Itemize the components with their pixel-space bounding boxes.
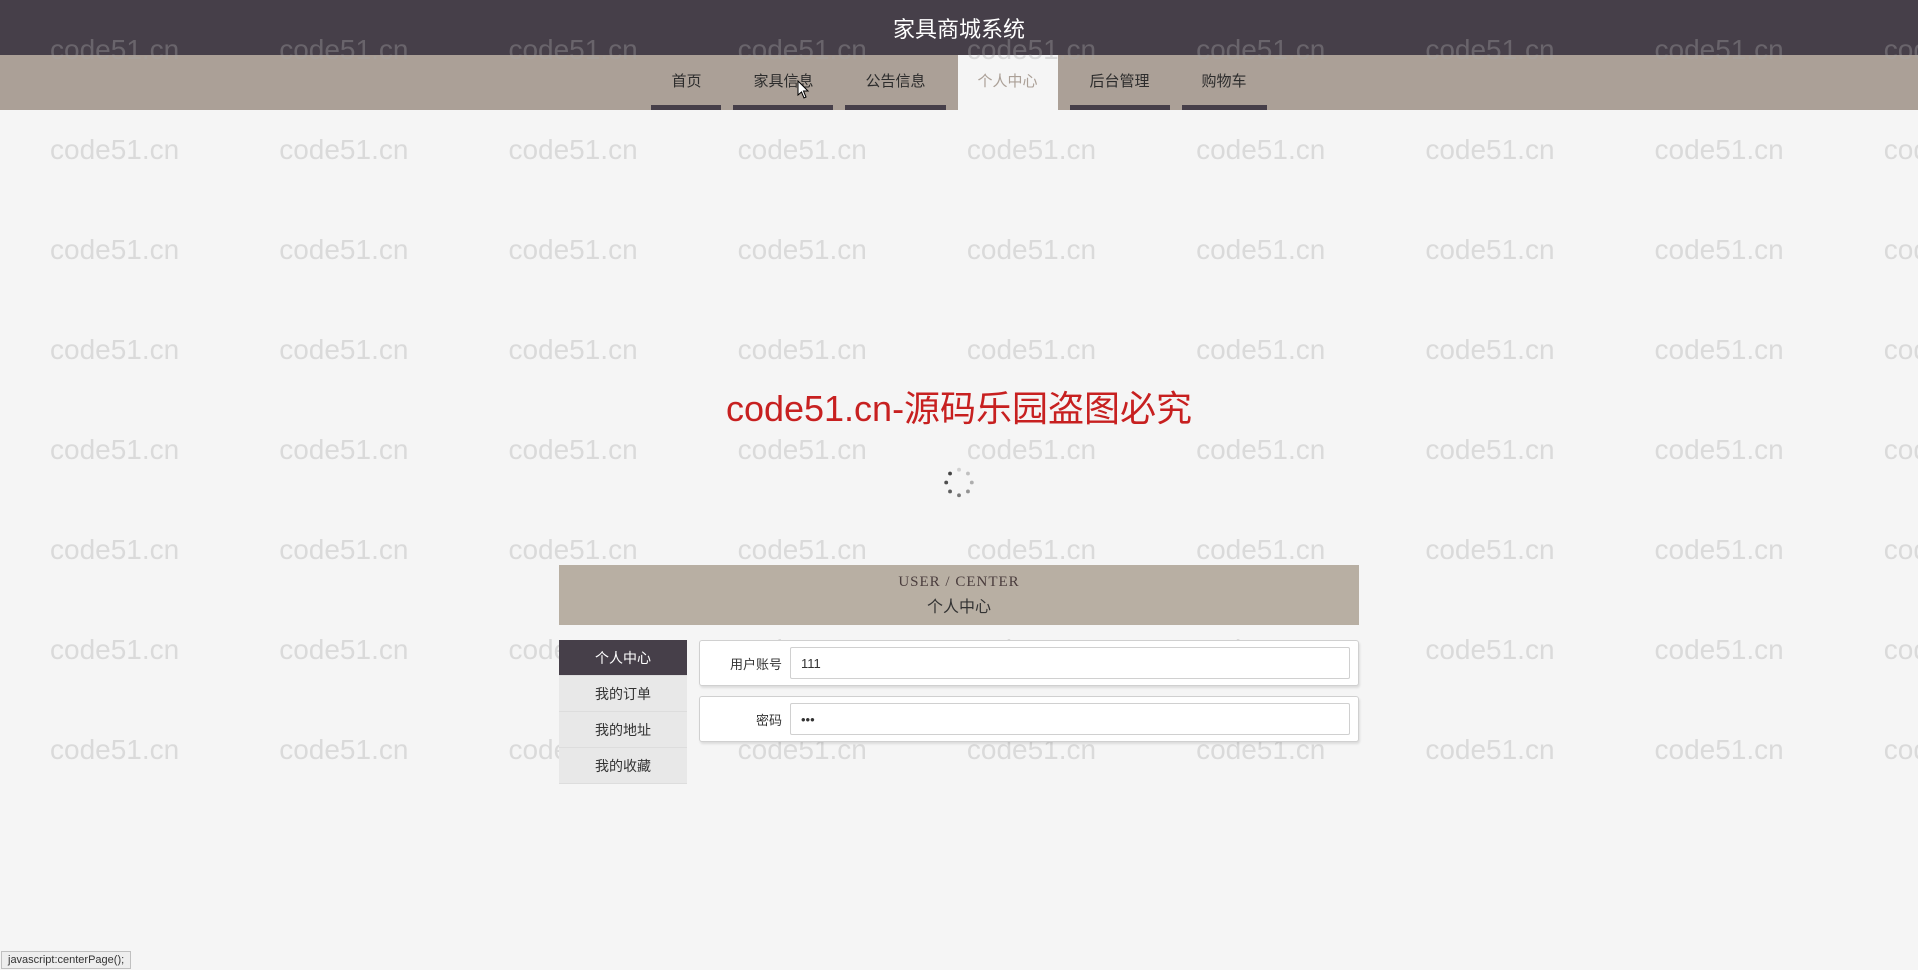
form-label-1: 密码 [700, 710, 790, 729]
sidebar-item-0[interactable]: 个人中心 [559, 640, 687, 676]
nav-item-5[interactable]: 购物车 [1182, 55, 1267, 110]
watermark-text: code51.cn [1375, 300, 1604, 400]
watermark-text: code51.cn [0, 400, 229, 500]
form-input-1[interactable] [790, 703, 1350, 735]
nav-item-3[interactable]: 个人中心 [958, 55, 1058, 110]
watermark-text: code51.cn [0, 700, 229, 800]
watermark-text: code51.cn [1605, 300, 1834, 400]
watermark-text: code51.cn [1834, 200, 1918, 300]
watermark-text: code51.cn [458, 400, 687, 500]
form-row-1: 密码 [699, 696, 1359, 742]
main-content: USER / CENTER 个人中心 个人中心我的订单我的地址我的收藏 用户账号… [559, 565, 1359, 784]
watermark-text: code51.cn [229, 300, 458, 400]
watermark-text: code51.cn [1605, 200, 1834, 300]
sidebar-item-3[interactable]: 我的收藏 [559, 748, 687, 784]
watermark-text: code51.cn [0, 600, 229, 700]
user-sidebar: 个人中心我的订单我的地址我的收藏 [559, 640, 687, 784]
watermark-text: code51.cn [1375, 200, 1604, 300]
watermark-text: code51.cn [688, 100, 917, 200]
watermark-text: code51.cn [0, 300, 229, 400]
watermark-text: code51.cn [917, 300, 1146, 400]
nav-item-4[interactable]: 后台管理 [1070, 55, 1170, 110]
watermark-text: code51.cn [1146, 200, 1375, 300]
watermark-text: code51.cn [1834, 100, 1918, 200]
form-panel: 用户账号密码 [699, 640, 1359, 784]
watermark-text: code51.cn [1605, 100, 1834, 200]
watermark-text: code51.cn [1834, 700, 1918, 800]
watermark-text: code51.cn [1834, 500, 1918, 600]
watermark-text: code51.cn [458, 300, 687, 400]
section-title-en: USER / CENTER [898, 574, 1019, 591]
header-bar: 家具商城系统 [0, 0, 1918, 55]
watermark-text: code51.cn [0, 100, 229, 200]
watermark-text: code51.cn [0, 200, 229, 300]
watermark-text: code51.cn [458, 100, 687, 200]
sidebar-item-1[interactable]: 我的订单 [559, 676, 687, 712]
watermark-text: code51.cn [917, 200, 1146, 300]
watermark-text: code51.cn [229, 100, 458, 200]
watermark-text: code51.cn [688, 200, 917, 300]
watermark-text: code51.cn [1605, 700, 1834, 800]
form-row-0: 用户账号 [699, 640, 1359, 686]
watermark-text: code51.cn [229, 200, 458, 300]
section-header: USER / CENTER 个人中心 [559, 565, 1359, 625]
watermark-text: code51.cn [688, 300, 917, 400]
nav-item-0[interactable]: 首页 [651, 55, 721, 110]
watermark-text: code51.cn [1834, 300, 1918, 400]
form-label-0: 用户账号 [700, 654, 790, 673]
watermark-banner: code51.cn-源码乐园盗图必究 [726, 380, 1192, 432]
watermark-text: code51.cn [1605, 600, 1834, 700]
watermark-text: code51.cn [917, 100, 1146, 200]
sidebar-item-2[interactable]: 我的地址 [559, 712, 687, 748]
watermark-text: code51.cn [1834, 600, 1918, 700]
watermark-text: code51.cn [1146, 300, 1375, 400]
watermark-text: code51.cn [1375, 700, 1604, 800]
watermark-text: code51.cn [229, 500, 458, 600]
loading-spinner-icon [943, 467, 975, 504]
form-input-0[interactable] [790, 647, 1350, 679]
watermark-text: code51.cn [229, 700, 458, 800]
watermark-text: code51.cn [1834, 400, 1918, 500]
watermark-layer: code51.cncode51.cncode51.cncode51.cncode… [0, 0, 1918, 970]
nav-item-2[interactable]: 公告信息 [845, 55, 945, 110]
watermark-text: code51.cn [1146, 100, 1375, 200]
watermark-text: code51.cn [1375, 400, 1604, 500]
watermark-text: code51.cn [458, 200, 687, 300]
watermark-text: code51.cn [1605, 400, 1834, 500]
watermark-text: code51.cn [688, 400, 917, 500]
site-title: 家具商城系统 [893, 12, 1025, 44]
nav-item-1[interactable]: 家具信息 [733, 55, 833, 110]
watermark-text: code51.cn [1375, 600, 1604, 700]
main-nav: 首页家具信息公告信息个人中心后台管理购物车 [0, 55, 1918, 110]
watermark-text: code51.cn [1375, 100, 1604, 200]
section-title-cn: 个人中心 [927, 593, 991, 617]
watermark-text: code51.cn [1375, 500, 1604, 600]
watermark-text: code51.cn [229, 600, 458, 700]
watermark-text: code51.cn [1146, 400, 1375, 500]
watermark-text: code51.cn [0, 500, 229, 600]
watermark-text: code51.cn [917, 400, 1146, 500]
watermark-text: code51.cn [1605, 500, 1834, 600]
browser-status-bar: javascript:centerPage(); [1, 951, 131, 969]
watermark-text: code51.cn [229, 400, 458, 500]
